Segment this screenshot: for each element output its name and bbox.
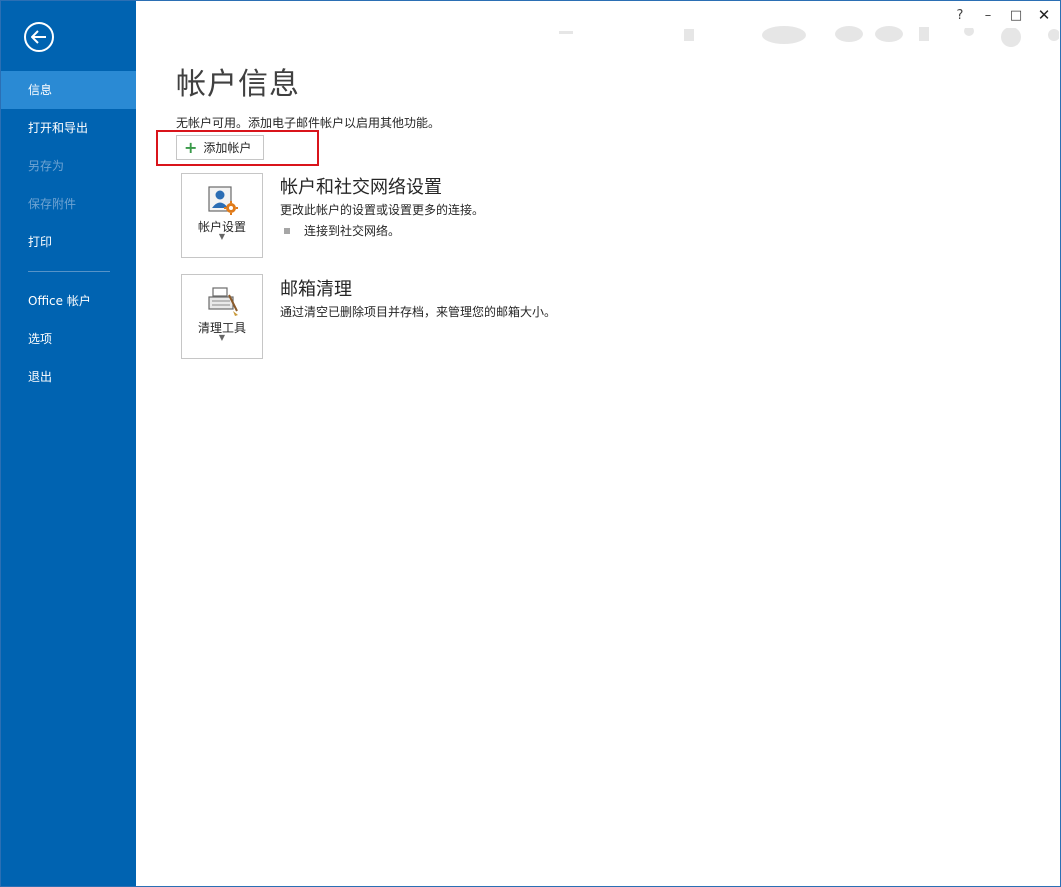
back-arrow-icon xyxy=(31,30,46,44)
close-icon: ✕ xyxy=(1037,6,1051,24)
nav-item-open-export[interactable]: 打开和导出 xyxy=(1,109,136,147)
account-settings-title: 帐户和社交网络设置 xyxy=(280,177,442,198)
help-button[interactable]: ? xyxy=(946,2,974,28)
nav-item-office-account[interactable]: Office 帐户 xyxy=(1,282,136,320)
help-icon: ? xyxy=(956,7,964,23)
nav-item-label: 打开和导出 xyxy=(28,121,89,135)
nav-item-print[interactable]: 打印 xyxy=(1,223,136,261)
nav-item-label: 选项 xyxy=(28,332,53,346)
maximize-icon: □ xyxy=(1009,7,1023,23)
dropdown-caret-icon: ▼ xyxy=(218,232,226,241)
nav-item-save-as: 另存为 xyxy=(1,147,136,185)
nav-item-exit[interactable]: 退出 xyxy=(1,358,136,396)
nav-item-label: 退出 xyxy=(28,370,53,384)
minimize-button[interactable]: – xyxy=(974,2,1002,28)
nav-item-label: 打印 xyxy=(28,235,53,249)
nav-item-options[interactable]: 选项 xyxy=(1,320,136,358)
window-controls: ? – □ ✕ xyxy=(946,2,1058,28)
minimize-icon: – xyxy=(984,7,992,23)
bullet-square-icon xyxy=(284,227,290,234)
nav-item-label: 另存为 xyxy=(28,159,65,173)
no-account-message: 无帐户可用。添加电子邮件帐户以启用其他功能。 xyxy=(176,116,441,130)
nav-item-info[interactable]: 信息 xyxy=(1,71,136,109)
sidebar-divider xyxy=(28,271,110,272)
social-network-text: 连接到社交网络。 xyxy=(304,224,401,238)
plus-icon: + xyxy=(184,137,198,157)
page-title: 帐户信息 xyxy=(176,67,300,102)
account-settings-icon xyxy=(208,186,238,215)
dropdown-caret-icon: ▼ xyxy=(218,333,226,342)
maximize-button[interactable]: □ xyxy=(1002,2,1030,28)
nav-item-label: 保存附件 xyxy=(28,197,77,211)
mailbox-cleanup-description: 通过清空已删除项目并存档，来管理您的邮箱大小。 xyxy=(280,305,557,319)
social-network-bullet: 连接到社交网络。 xyxy=(284,222,400,239)
back-button[interactable] xyxy=(24,22,54,52)
nav-item-label: 信息 xyxy=(28,83,53,97)
add-account-button[interactable]: + 添加帐户 xyxy=(176,135,264,160)
nav-item-label: Office 帐户 xyxy=(28,294,91,308)
account-settings-description: 更改此帐户的设置或设置更多的连接。 xyxy=(280,203,485,217)
close-button[interactable]: ✕ xyxy=(1030,2,1058,28)
cleanup-tools-tile[interactable]: 清理工具 ▼ xyxy=(181,274,263,359)
mailbox-cleanup-title: 邮箱清理 xyxy=(280,279,352,300)
cleanup-tools-icon xyxy=(208,287,238,316)
nav-item-save-attachments: 保存附件 xyxy=(1,185,136,223)
backstage-sidebar: 信息 打开和导出 另存为 保存附件 打印 Office 帐户 选项 退出 xyxy=(1,1,136,886)
backstage-window: 信息 打开和导出 另存为 保存附件 打印 Office 帐户 选项 退出 ? –… xyxy=(0,0,1061,887)
account-settings-tile[interactable]: 帐户设置 ▼ xyxy=(181,173,263,258)
add-account-label: 添加帐户 xyxy=(203,141,252,155)
